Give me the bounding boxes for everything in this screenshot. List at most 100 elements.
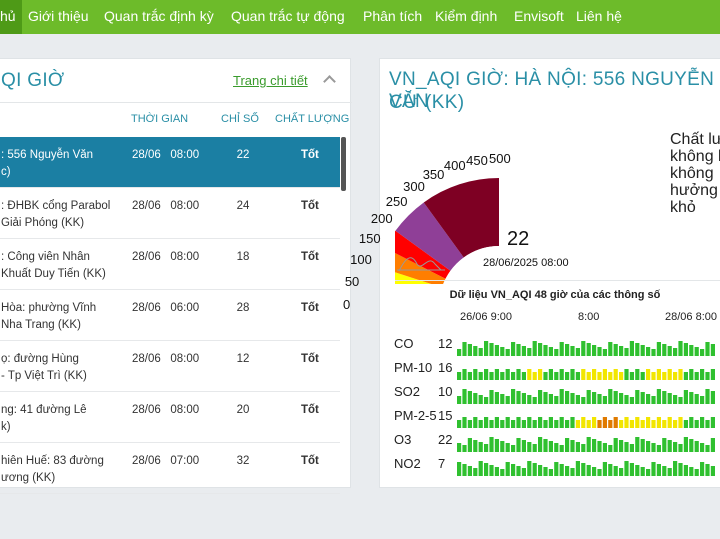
- param-bar: [500, 347, 505, 356]
- row-hour: 08:00: [170, 200, 200, 212]
- param-bar: [538, 390, 543, 404]
- param-bar: [683, 390, 688, 404]
- param-bar: [651, 372, 656, 380]
- param-bar: [494, 345, 499, 356]
- param-bar: [700, 349, 705, 356]
- caption-line: không k: [670, 148, 720, 165]
- param-bar: [694, 469, 699, 476]
- table-row[interactable]: : Công viên Nhân Khuất Duy Tiến (KK) 28/06…: [0, 239, 340, 290]
- row-time: 28/06 08:00: [132, 149, 199, 161]
- row-hour: 08:00: [170, 404, 200, 416]
- param-bar: [629, 420, 634, 428]
- param-bar: [538, 465, 543, 476]
- param-bar: [484, 444, 489, 452]
- table-row[interactable]: Hòa: phường Vĩnh Nha Trang (KK) 28/06 06:0…: [0, 290, 340, 341]
- param-label: NO2: [394, 456, 421, 471]
- gauge-tick-label: 0: [343, 297, 351, 312]
- param-bar: [489, 465, 494, 476]
- table-row[interactable]: ọ: đường Hùng - Tp Việt Trì (KK) 28/06 08:…: [0, 341, 340, 392]
- param-bar: [505, 417, 510, 428]
- param-bar: [635, 390, 640, 404]
- param-bar: [516, 417, 521, 428]
- nav-item-analysis[interactable]: Phân tích: [363, 8, 422, 24]
- table-row[interactable]: hiên Huế: 83 đường ương (KK) 28/06 07:00 32…: [0, 443, 340, 494]
- param-bar: [673, 372, 678, 380]
- param-bar: [462, 369, 467, 380]
- param-bar: [629, 372, 634, 380]
- nav-item-inspection[interactable]: Kiểm định: [435, 8, 497, 24]
- gauge-tick-label: 250: [385, 193, 408, 209]
- row-date: 28/06: [132, 353, 161, 365]
- column-header-index: CHỈ SỐ: [221, 113, 259, 125]
- chevron-up-icon[interactable]: [323, 75, 336, 88]
- param-bar: [543, 420, 548, 428]
- nav-item-periodic-monitoring[interactable]: Quan trắc định kỳ: [104, 8, 214, 24]
- station-name: : 556 Nguyễn Văn c): [1, 149, 94, 178]
- param-bar: [511, 420, 516, 428]
- param-bar: [570, 417, 575, 428]
- param-bar: [673, 395, 678, 404]
- gauge-timestamp: 28/06/2025 08:00: [483, 257, 569, 269]
- param-bar: [678, 444, 683, 452]
- param-bar: [575, 442, 580, 452]
- table-row[interactable]: : ĐHBK cổng Parabol Giải Phóng (KK) 28/06 …: [0, 188, 340, 239]
- param-bar: [543, 439, 548, 452]
- param-bar: [646, 369, 651, 380]
- param-bar: [705, 389, 710, 404]
- param-bar: [575, 348, 580, 356]
- param-bar: [608, 445, 613, 452]
- param-bar: [613, 391, 618, 404]
- param-bar: [462, 342, 467, 356]
- nav-item-home[interactable]: hủ: [0, 0, 22, 34]
- param-bar: [646, 469, 651, 476]
- param-bar: [559, 417, 564, 428]
- column-header-time: THỜI GIAN: [131, 113, 189, 125]
- nav-item-about[interactable]: Giới thiệu: [28, 8, 89, 24]
- param-bar: [624, 442, 629, 452]
- param-bar: [467, 391, 472, 404]
- row-quality: Tốt: [301, 200, 319, 212]
- table-row[interactable]: : 556 Nguyễn Văn c) 28/06 08:00 22 Tốt: [0, 137, 340, 188]
- scrollbar-thumb[interactable]: [341, 137, 346, 191]
- row-hour: 07:00: [170, 455, 200, 467]
- gauge-tick-label: 500: [489, 151, 511, 166]
- param-bar: [694, 441, 699, 452]
- aqi-detail-panel: VN_AQI GIỜ: HÀ NỘI: 556 NGUYỄN VĂN CỪ (K…: [343, 58, 720, 488]
- param-bar: [511, 389, 516, 404]
- param-bar: [667, 468, 672, 476]
- param-bar: [597, 372, 602, 380]
- param-bar: [629, 463, 634, 476]
- nav-item-contact[interactable]: Liên hệ: [576, 8, 622, 24]
- mini-time-label: 26/06 9:00: [460, 311, 512, 323]
- param-bar: [505, 462, 510, 476]
- param-bar: [700, 396, 705, 404]
- row-hour: 08:00: [170, 251, 200, 263]
- param-bar: [581, 463, 586, 476]
- nav-item-envisoft[interactable]: Envisoft: [514, 8, 564, 24]
- param-bar: [511, 464, 516, 476]
- param-bar: [705, 445, 710, 452]
- param-bar: [527, 442, 532, 452]
- param-bar: [629, 444, 634, 452]
- param-bar: [635, 437, 640, 452]
- nav-item-auto-monitoring[interactable]: Quan trắc tự động: [231, 8, 345, 24]
- row-time: 28/06 08:00: [132, 353, 199, 365]
- param-bar: [640, 467, 645, 476]
- table-row[interactable]: ng: 41 đường Lê k) 28/06 08:00 20 Tốt: [0, 392, 340, 443]
- gauge-tick-label: 350: [422, 166, 445, 182]
- row-hour: 06:00: [170, 302, 200, 314]
- detail-page-link[interactable]: Trang chi tiết: [233, 73, 308, 88]
- param-bar: [565, 372, 570, 380]
- param-label: CO: [394, 336, 414, 351]
- param-bar: [689, 345, 694, 356]
- param-bar: [597, 420, 602, 428]
- param-bar: [489, 420, 494, 428]
- param-bar: [608, 464, 613, 476]
- param-bar: [592, 439, 597, 452]
- param-value: 15: [438, 408, 453, 423]
- param-bar: [554, 462, 559, 476]
- param-bar: [619, 440, 624, 452]
- param-bar: [613, 344, 618, 356]
- param-bar: [559, 464, 564, 476]
- param-bar: [473, 346, 478, 356]
